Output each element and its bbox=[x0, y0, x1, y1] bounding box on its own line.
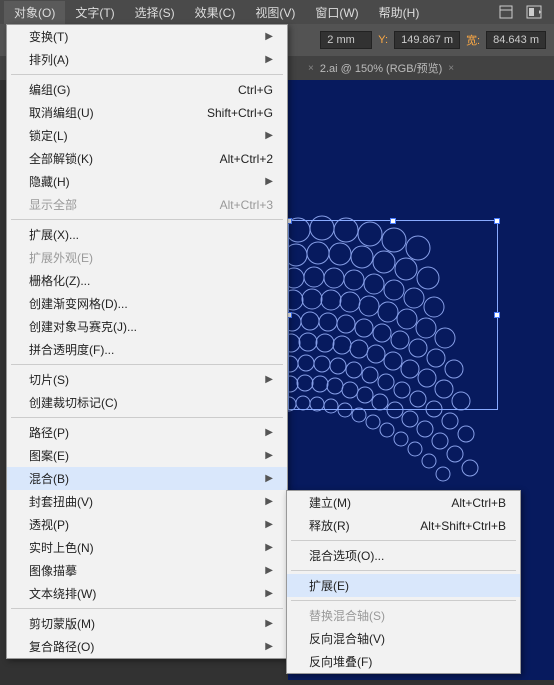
handle-n[interactable] bbox=[390, 218, 396, 224]
menu-show-all: 显示全部Alt+Ctrl+3 bbox=[7, 193, 287, 216]
menu-expand[interactable]: 扩展(X)... bbox=[7, 223, 287, 246]
submenu-arrow-icon: ▶ bbox=[265, 374, 273, 385]
menu-select[interactable]: 选择(S) bbox=[125, 1, 185, 24]
menu-separator bbox=[11, 74, 283, 75]
menu-window[interactable]: 窗口(W) bbox=[305, 1, 368, 24]
submenu-arrow-icon: ▶ bbox=[265, 473, 273, 484]
shortcut: Alt+Ctrl+2 bbox=[220, 152, 273, 166]
y-field[interactable]: 149.867 m bbox=[394, 31, 460, 49]
menu-envelope[interactable]: 封套扭曲(V)▶ bbox=[7, 490, 287, 513]
menu-slice[interactable]: 切片(S)▶ bbox=[7, 368, 287, 391]
menu-path[interactable]: 路径(P)▶ bbox=[7, 421, 287, 444]
menu-ungroup[interactable]: 取消编组(U)Shift+Ctrl+G bbox=[7, 101, 287, 124]
menu-live-paint[interactable]: 实时上色(N)▶ bbox=[7, 536, 287, 559]
menu-separator bbox=[11, 364, 283, 365]
shortcut: Alt+Ctrl+3 bbox=[220, 198, 273, 212]
submenu-replace-spine: 替换混合轴(S) bbox=[287, 604, 520, 627]
submenu-arrow-icon: ▶ bbox=[265, 496, 273, 507]
menu-separator bbox=[291, 570, 516, 571]
menu-text-wrap[interactable]: 文本绕排(W)▶ bbox=[7, 582, 287, 605]
menubar: 对象(O) 文字(T) 选择(S) 效果(C) 视图(V) 窗口(W) 帮助(H… bbox=[0, 0, 554, 24]
submenu-reverse-front[interactable]: 反向堆叠(F) bbox=[287, 650, 520, 673]
menu-transform[interactable]: 变换(T)▶ bbox=[7, 25, 287, 48]
selection-bounds bbox=[288, 220, 498, 410]
menu-text[interactable]: 文字(T) bbox=[65, 1, 124, 24]
shortcut: Ctrl+G bbox=[238, 83, 273, 97]
y-label: Y: bbox=[378, 34, 388, 46]
menu-separator bbox=[11, 608, 283, 609]
menu-group[interactable]: 编组(G)Ctrl+G bbox=[7, 78, 287, 101]
menu-separator bbox=[11, 219, 283, 220]
object-menu-dropdown: 变换(T)▶ 排列(A)▶ 编组(G)Ctrl+G 取消编组(U)Shift+C… bbox=[6, 24, 288, 659]
menu-trim-marks[interactable]: 创建裁切标记(C) bbox=[7, 391, 287, 414]
shortcut: Alt+Ctrl+B bbox=[451, 496, 506, 510]
submenu-arrow-icon: ▶ bbox=[265, 542, 273, 553]
unit-field[interactable]: 2 mm bbox=[320, 31, 372, 49]
submenu-arrow-icon: ▶ bbox=[265, 565, 273, 576]
submenu-arrow-icon: ▶ bbox=[265, 450, 273, 461]
menu-separator bbox=[291, 600, 516, 601]
submenu-options[interactable]: 混合选项(O)... bbox=[287, 544, 520, 567]
w-label: 宽: bbox=[466, 32, 480, 48]
submenu-arrow-icon: ▶ bbox=[265, 519, 273, 530]
menu-separator bbox=[11, 417, 283, 418]
menu-expand-appearance: 扩展外观(E) bbox=[7, 246, 287, 269]
handle-e[interactable] bbox=[494, 312, 500, 318]
menu-hide[interactable]: 隐藏(H)▶ bbox=[7, 170, 287, 193]
tab-label: 2.ai @ 150% (RGB/预览) bbox=[320, 60, 442, 76]
menu-pattern[interactable]: 图案(E)▶ bbox=[7, 444, 287, 467]
shortcut: Shift+Ctrl+G bbox=[207, 106, 273, 120]
menu-arrange[interactable]: 排列(A)▶ bbox=[7, 48, 287, 71]
submenu-arrow-icon: ▶ bbox=[265, 54, 273, 65]
menu-help[interactable]: 帮助(H) bbox=[369, 1, 430, 24]
submenu-arrow-icon: ▶ bbox=[265, 427, 273, 438]
menu-view[interactable]: 视图(V) bbox=[245, 1, 305, 24]
tab-close-icon[interactable]: × bbox=[448, 63, 454, 74]
submenu-arrow-icon: ▶ bbox=[265, 176, 273, 187]
menu-perspective[interactable]: 透视(P)▶ bbox=[7, 513, 287, 536]
submenu-arrow-icon: ▶ bbox=[265, 130, 273, 141]
menu-flatten[interactable]: 拼合透明度(F)... bbox=[7, 338, 287, 361]
submenu-arrow-icon: ▶ bbox=[265, 31, 273, 42]
w-field[interactable]: 84.643 m bbox=[486, 31, 546, 49]
menu-compound-path[interactable]: 复合路径(O)▶ bbox=[7, 635, 287, 658]
menu-lock[interactable]: 锁定(L)▶ bbox=[7, 124, 287, 147]
menu-unlock-all[interactable]: 全部解锁(K)Alt+Ctrl+2 bbox=[7, 147, 287, 170]
submenu-arrow-icon: ▶ bbox=[265, 588, 273, 599]
submenu-make[interactable]: 建立(M)Alt+Ctrl+B bbox=[287, 491, 520, 514]
submenu-reverse-spine[interactable]: 反向混合轴(V) bbox=[287, 627, 520, 650]
menu-gradient-mesh[interactable]: 创建渐变网格(D)... bbox=[7, 292, 287, 315]
tab-close-left-icon[interactable]: × bbox=[308, 63, 314, 74]
menu-blend[interactable]: 混合(B)▶ bbox=[7, 467, 287, 490]
menu-image-trace[interactable]: 图像描摹▶ bbox=[7, 559, 287, 582]
shortcut: Alt+Shift+Ctrl+B bbox=[420, 519, 506, 533]
blend-submenu: 建立(M)Alt+Ctrl+B 释放(R)Alt+Shift+Ctrl+B 混合… bbox=[286, 490, 521, 674]
menu-object[interactable]: 对象(O) bbox=[4, 1, 65, 24]
layout-icon[interactable] bbox=[526, 5, 542, 19]
handle-ne[interactable] bbox=[494, 218, 500, 224]
submenu-expand[interactable]: 扩展(E) bbox=[287, 574, 520, 597]
menubar-right-icons bbox=[498, 5, 550, 19]
menu-separator bbox=[291, 540, 516, 541]
menu-effect[interactable]: 效果(C) bbox=[185, 1, 246, 24]
document-tab[interactable]: × 2.ai @ 150% (RGB/预览) × bbox=[300, 56, 462, 80]
menu-rasterize[interactable]: 栅格化(Z)... bbox=[7, 269, 287, 292]
doc-icon[interactable] bbox=[498, 5, 514, 19]
submenu-arrow-icon: ▶ bbox=[265, 641, 273, 652]
menu-mosaic[interactable]: 创建对象马赛克(J)... bbox=[7, 315, 287, 338]
submenu-arrow-icon: ▶ bbox=[265, 618, 273, 629]
submenu-release[interactable]: 释放(R)Alt+Shift+Ctrl+B bbox=[287, 514, 520, 537]
menu-clipping-mask[interactable]: 剪切蒙版(M)▶ bbox=[7, 612, 287, 635]
